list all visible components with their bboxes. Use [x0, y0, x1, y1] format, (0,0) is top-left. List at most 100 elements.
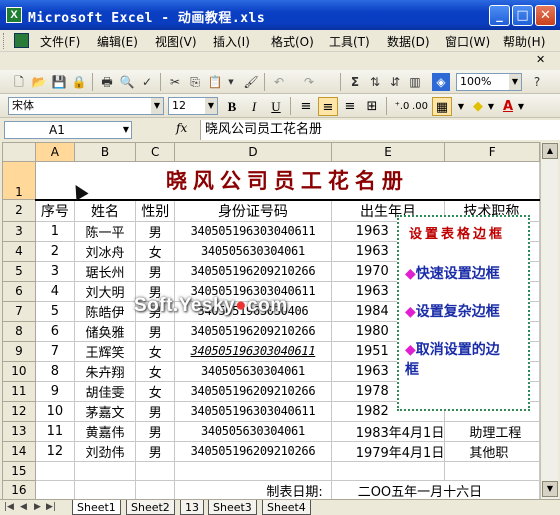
cell[interactable] — [73, 460, 137, 481]
scroll-up-icon[interactable]: ▲ — [542, 143, 558, 159]
cell-sex[interactable]: 男 — [135, 220, 176, 242]
cut-icon[interactable]: ✂ — [166, 73, 184, 91]
row-header[interactable]: 5 — [2, 260, 36, 282]
next-sheet-icon[interactable]: ▶ — [34, 502, 41, 512]
cell-no[interactable]: 8 — [34, 360, 75, 382]
font-color-dropdown-icon[interactable]: ▼ — [516, 97, 526, 116]
header-cell-name[interactable]: 姓名 — [73, 199, 137, 222]
select-all-corner[interactable] — [2, 142, 36, 162]
chevron-down-icon[interactable]: ▼ — [205, 98, 217, 114]
scroll-down-icon[interactable]: ▼ — [542, 481, 558, 497]
cell[interactable] — [135, 460, 176, 481]
column-header-f[interactable]: F — [444, 142, 540, 162]
row-header[interactable]: 12 — [2, 400, 36, 422]
row-header[interactable]: 14 — [2, 440, 36, 462]
footer-label-cell[interactable]: 制表日期: — [174, 479, 332, 499]
last-sheet-icon[interactable]: ▶| — [46, 502, 56, 512]
name-box[interactable]: A1 ▼ — [4, 121, 132, 139]
italic-button[interactable]: I — [244, 97, 264, 116]
fx-icon[interactable]: fx — [176, 121, 187, 135]
column-header-b[interactable]: B — [73, 142, 137, 162]
cell-sex[interactable]: 女 — [135, 360, 176, 382]
row-header[interactable]: 16 — [2, 479, 36, 499]
sort-descending-icon[interactable]: ⇵ — [386, 73, 404, 91]
cell-id[interactable]: 340505196303040611 — [174, 400, 332, 422]
cell-no[interactable]: 9 — [34, 380, 75, 402]
cell-name[interactable]: 胡佳雯 — [73, 380, 137, 402]
formula-input[interactable]: 晓风公司员工花名册 — [200, 120, 560, 140]
header-cell-no[interactable]: 序号 — [34, 199, 75, 222]
chevron-down-icon[interactable]: ▼ — [123, 122, 129, 138]
row-header[interactable]: 11 — [2, 380, 36, 402]
workbook-icon[interactable] — [14, 33, 29, 48]
cell-id[interactable]: 340505196209210266 — [174, 260, 332, 282]
chart-wizard-icon[interactable]: ▥ — [406, 73, 424, 91]
tab-sheet4[interactable]: Sheet4 — [262, 500, 311, 515]
row-header[interactable]: 1 — [2, 161, 36, 200]
cell-birth[interactable]: 1979年4月1日 — [330, 440, 446, 462]
minimize-button[interactable]: _ — [489, 5, 510, 26]
tab-sheet3[interactable]: Sheet3 — [208, 500, 257, 515]
tab-13[interactable]: 13 — [180, 500, 204, 515]
cell-sex[interactable]: 男 — [135, 400, 176, 422]
cell-sex[interactable]: 男 — [135, 320, 176, 342]
menu-help[interactable]: 帮助(H) — [503, 33, 545, 50]
cell[interactable] — [444, 460, 540, 481]
print-icon[interactable]: 🖶 — [98, 73, 116, 91]
open-icon[interactable]: 📂 — [30, 73, 48, 91]
cell-no[interactable]: 5 — [34, 300, 75, 322]
cell-name[interactable]: 刘劲伟 — [73, 440, 137, 462]
cell-sex[interactable]: 女 — [135, 340, 176, 362]
tab-sheet2[interactable]: Sheet2 — [126, 500, 175, 515]
menu-format[interactable]: 格式(O) — [271, 33, 314, 50]
cell-sex[interactable]: 男 — [135, 440, 176, 462]
borders-dropdown-icon[interactable]: ▼ — [456, 97, 466, 116]
merge-center-icon[interactable]: ⊞ — [362, 97, 382, 116]
borders-icon[interactable]: ▦ — [432, 97, 452, 116]
sheet-title-cell[interactable]: 晓风公司员工花名册 — [34, 161, 540, 201]
cell[interactable] — [73, 479, 137, 499]
cell-id[interactable]: 340505630304061 — [174, 360, 332, 382]
cell-sex[interactable]: 男 — [135, 260, 176, 282]
bold-button[interactable]: B — [222, 97, 242, 116]
cell-no[interactable]: 10 — [34, 400, 75, 422]
print-preview-icon[interactable]: 🔍 — [118, 73, 136, 91]
menu-tools[interactable]: 工具(T) — [329, 33, 370, 50]
column-header-a[interactable]: A — [34, 142, 75, 162]
cell-no[interactable]: 1 — [34, 220, 75, 242]
menu-close-icon[interactable]: ✕ — [536, 53, 545, 66]
column-header-d[interactable]: D — [174, 142, 332, 162]
paste-dropdown-icon[interactable]: ▼ — [226, 73, 236, 91]
menu-file[interactable]: 文件(F) — [40, 33, 80, 50]
quick-border-link[interactable]: ◆快速设置边框 — [405, 263, 500, 283]
chevron-down-icon[interactable]: ▼ — [151, 98, 163, 114]
close-button[interactable]: ✕ — [535, 5, 556, 26]
header-cell-id[interactable]: 身份证号码 — [174, 199, 332, 222]
menu-view[interactable]: 视图(V) — [155, 33, 197, 50]
cell-name[interactable]: 王辉笑 — [73, 340, 137, 362]
cell-name[interactable]: 茅嘉文 — [73, 400, 137, 422]
row-header[interactable]: 10 — [2, 360, 36, 382]
cell[interactable] — [135, 479, 176, 499]
chevron-down-icon[interactable]: ▼ — [509, 74, 521, 90]
excel-app-icon[interactable]: X — [6, 7, 22, 23]
cell-id[interactable]: 340505196209210266 — [174, 320, 332, 342]
menu-window[interactable]: 窗口(W) — [445, 33, 490, 50]
row-header[interactable]: 8 — [2, 320, 36, 342]
prev-sheet-icon[interactable]: ◀ — [20, 502, 27, 512]
autosum-icon[interactable]: Σ — [346, 73, 364, 91]
cell-sex[interactable]: 女 — [135, 380, 176, 402]
sort-ascending-icon[interactable]: ⇅ — [366, 73, 384, 91]
redo-icon[interactable]: ↷ — [300, 73, 318, 91]
cell-name[interactable]: 陈皓伊 — [73, 300, 137, 322]
cell-name[interactable]: 陈一平 — [73, 220, 137, 242]
maximize-button[interactable]: □ — [512, 5, 533, 26]
font-color-icon[interactable]: A — [498, 97, 518, 116]
save-icon[interactable]: 💾 — [50, 73, 68, 91]
cell-name[interactable]: 刘大明 — [73, 280, 137, 302]
cell-no[interactable]: 4 — [34, 280, 75, 302]
cell-sex[interactable]: 男 — [135, 420, 176, 442]
fill-color-icon[interactable]: ◆ — [468, 97, 488, 116]
align-left-icon[interactable]: ≡ — [296, 97, 316, 116]
cell-id[interactable]: 340505630304061 — [174, 240, 332, 262]
